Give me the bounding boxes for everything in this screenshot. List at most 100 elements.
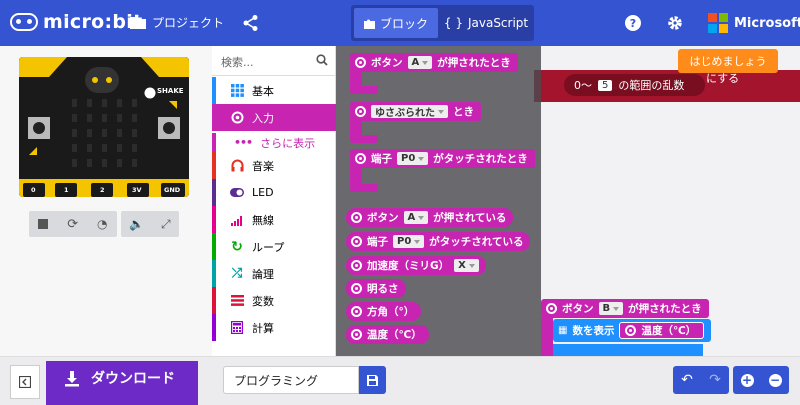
block-text: がタッチされている [429,236,524,248]
random-block[interactable]: 0〜 5 の範囲の乱数 [564,74,705,96]
flyout-temperature[interactable]: 温度（℃） [346,325,429,344]
zoom-in-button[interactable]: + [733,366,761,394]
category-logic[interactable]: ⤮ 論理 [212,260,336,287]
dropdown-value: A [411,57,420,68]
category-label: 計算 [252,321,274,335]
flyout-button-is-pressed[interactable]: ボタン A が押されている [346,208,514,227]
gesture-dropdown[interactable]: ゆさぶられた [371,105,448,119]
stop-icon[interactable] [38,219,49,229]
dropdown-arrow-icon [418,215,425,220]
zoom-out-button[interactable]: − [761,366,789,394]
sim-controls-2: 🔈 ⤢ [121,211,179,237]
flyout-on-button-pressed[interactable]: ボタン A が押されたとき [350,53,518,72]
save-icon [367,374,378,386]
shake-label: SHAKE [157,87,184,95]
fullscreen-icon[interactable]: ⤢ [161,217,171,232]
block-text: 方角（°） [367,306,415,318]
undo-button[interactable]: ↶ [673,366,701,394]
redo-button[interactable]: ↷ [701,366,729,394]
block-text: 温度（℃） [641,325,697,337]
category-math[interactable]: 計算 [212,314,336,341]
rand-to[interactable]: 5 [598,79,613,91]
temperature-reporter[interactable]: 温度（℃） [619,322,705,339]
flyout-on-shake[interactable]: ゆさぶられた とき [350,102,481,121]
category-radio[interactable]: 無線 [212,206,336,233]
target-icon [230,111,244,125]
volume-icon[interactable]: 🔈 [129,217,144,231]
microbit-board[interactable]: SHAKE 0 1 2 3V GND [19,57,189,197]
input-icon [351,329,362,340]
button-dropdown[interactable]: B [598,302,624,315]
pin-dropdown[interactable]: P0 [397,152,429,165]
plus-icon: + [740,373,754,387]
dropdown-arrow-icon [418,156,425,161]
save-button[interactable] [359,366,386,394]
axis-dropdown[interactable]: X [454,259,479,272]
minus-icon: − [768,373,782,387]
category-basic[interactable]: 基本 [212,77,336,104]
category-input[interactable]: 入力 [212,104,336,131]
dropdown-value: B [602,303,611,314]
projects-button[interactable]: プロジェクト [130,14,224,31]
next-block-partial[interactable] [553,344,703,356]
input-icon [351,260,362,271]
category-label: LED [252,186,274,199]
flyout-acceleration[interactable]: 加速度（ミリG） X [346,256,486,275]
on-button-b-block[interactable]: ボタン B が押されたとき [541,299,709,318]
toggle-simulator-button[interactable] [10,365,40,399]
workspace[interactable]: 0〜 5 の範囲の乱数 にする はじめましょう ボタン B が押されたとき ▦ … [336,46,800,356]
input-icon [351,306,362,317]
dropdown-value: X [458,260,466,271]
category-label: 基本 [252,84,274,98]
block-bottom [350,184,378,192]
category-label: 無線 [252,213,274,227]
block-text: 端子 [367,236,388,248]
download-button[interactable]: ダウンロード [46,361,198,405]
block-text: がタッチされたとき [433,153,528,165]
dropdown-value: P0 [401,153,416,164]
flyout-compass-heading[interactable]: 方角（°） [346,302,422,321]
project-name-input[interactable]: プログラミング [223,366,359,394]
restart-icon[interactable]: ⟳ [67,217,78,232]
get-started-button[interactable]: はじめましょう [678,49,778,73]
gear-icon[interactable] [666,14,684,32]
slowmo-icon[interactable]: ◔ [97,217,107,231]
category-variables[interactable]: 変数 [212,287,336,314]
share-icon[interactable] [242,14,260,32]
puzzle-icon [363,19,375,29]
input-icon [351,212,362,223]
block-flyout: ボタン A が押されたとき ゆさぶられた とき 端子 P0 がタッチされたとき … [336,46,541,356]
rand-suffix: の範囲の乱数 [618,79,685,92]
pin-dropdown[interactable]: P0 [393,235,425,248]
more-button[interactable]: ••• さらに表示 [212,133,336,152]
microsoft-icon [708,13,728,33]
microsoft-logo[interactable]: Microsoft [708,13,800,33]
microbit-logo[interactable]: micro:bit [10,11,143,33]
block-text: 明るさ [367,283,399,295]
tab-blocks[interactable]: ブロック [354,8,438,38]
button-dropdown[interactable]: A [403,211,429,224]
zoom-group: + − [733,366,789,394]
redo-icon: ↷ [709,372,721,388]
tab-javascript[interactable]: { } JavaScript [443,8,529,38]
input-icon [546,303,557,314]
input-icon [351,236,362,247]
flyout-pin-is-pressed[interactable]: 端子 P0 がタッチされている [346,232,531,251]
collapse-icon [19,376,31,388]
show-number-block[interactable]: ▦ 数を表示 温度（℃） [553,319,712,342]
category-music[interactable]: 音楽 [212,152,336,179]
flyout-on-pin-pressed[interactable]: 端子 P0 がタッチされたとき [350,149,535,168]
category-label: 入力 [252,111,274,125]
dropdown-arrow-icon [613,306,620,311]
block-text: が押されたとき [437,57,511,69]
category-loops[interactable]: ↻ ループ [212,233,336,260]
category-led[interactable]: LED [212,179,336,206]
more-label: さらに表示 [260,136,316,150]
grid-icon: ▦ [558,325,568,336]
folder-icon [130,17,146,29]
button-dropdown[interactable]: A [407,56,433,69]
flyout-light-level[interactable]: 明るさ [346,279,406,298]
logo-text: micro:bit [43,11,143,33]
help-icon[interactable]: ? [624,14,642,32]
toolbox-search[interactable]: 検索... [212,46,336,76]
